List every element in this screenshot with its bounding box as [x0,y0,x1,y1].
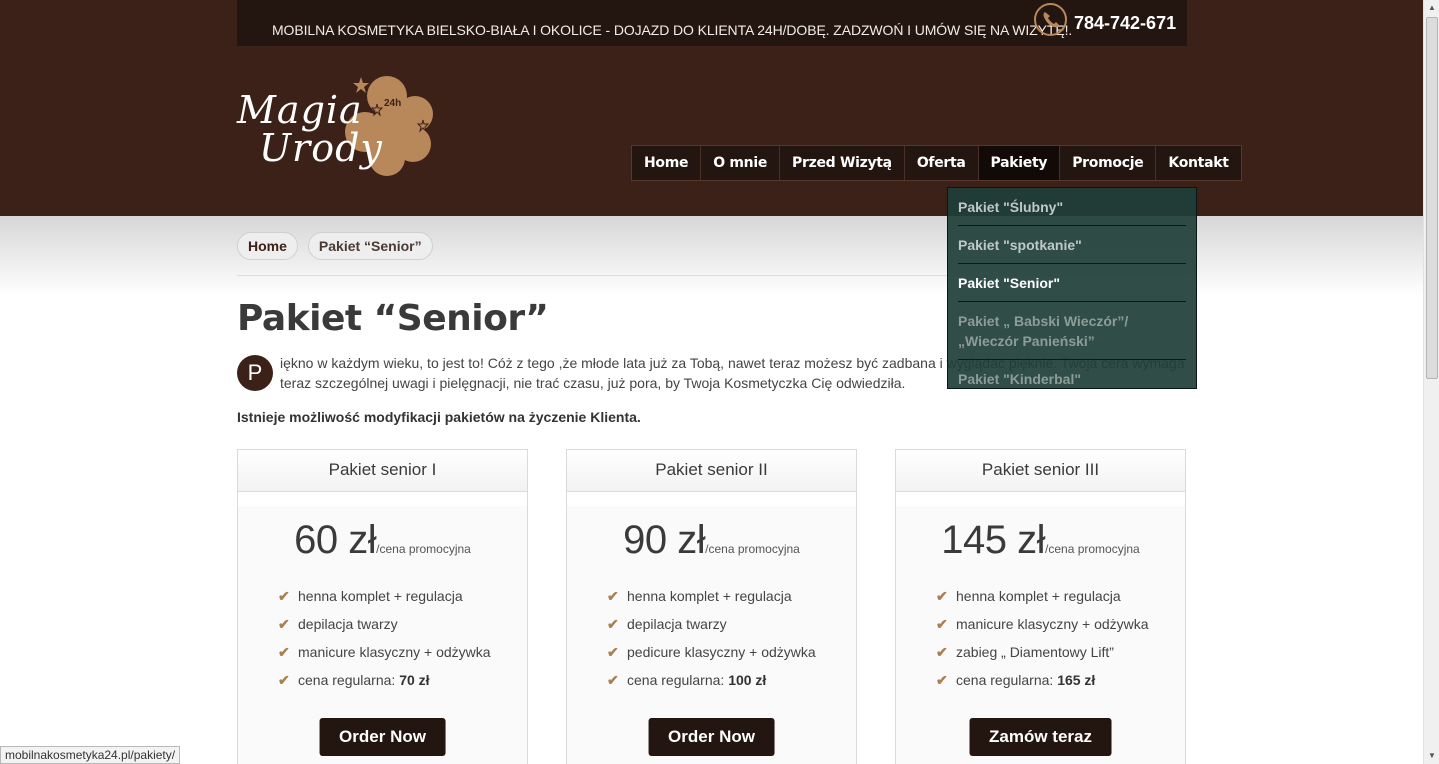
package-body: 90 zł/cena promocyjna ✔ henna komplet + r… [567,506,856,764]
list-item: ✔ zabieg „ Diamentowy Lift” [936,638,1149,666]
check-icon: ✔ [278,644,290,660]
regular-price-label: cena regularna: [627,672,729,688]
order-button[interactable]: Order Now [648,718,775,756]
list-item: ✔ manicure klasyczny + odżywka [936,610,1149,638]
dropdown-item-slubny[interactable]: Pakiet "Ślubny" [958,188,1186,226]
feature-label: depilacja twarzy [627,616,727,632]
browser-status-bar: mobilnakosmetyka24.pl/pakiety/ [0,746,181,764]
feature-label: henna komplet + regulacja [298,588,463,604]
price-note: /cena promocyjna [1045,542,1140,556]
price-value: 60 zł [294,518,377,562]
site-logo[interactable]: Magia Urody 24h [237,74,433,190]
breadcrumb-home[interactable]: Home [237,232,298,260]
price-value: 145 zł [941,518,1046,562]
order-button[interactable]: Order Now [319,718,446,756]
nav-item-promocje[interactable]: Promocje [1060,146,1157,180]
feature-label: depilacja twarzy [298,616,398,632]
nav-item-pakiety[interactable]: Pakiety [978,146,1061,180]
nav-item-kontakt[interactable]: Kontakt [1156,146,1240,180]
feature-label: manicure klasyczny + odżywka [956,616,1149,632]
feature-label: henna komplet + regulacja [627,588,792,604]
dropdown-item-babski-wieczor[interactable]: Pakiet „ Babski Wieczór”/ „Wieczór Panie… [958,302,1186,360]
breadcrumb: Home Pakiet “Senior” [237,232,433,260]
nav-item-o-mnie[interactable]: O mnie [701,146,781,180]
check-icon: ✔ [278,672,290,688]
package-title: Pakiet senior I [238,450,527,492]
package-title: Pakiet senior III [896,450,1185,492]
package-price: 90 zł/cena promocyjna [567,518,856,563]
check-icon: ✔ [936,616,948,632]
package-body: 145 zł/cena promocyjna ✔ henna komplet + … [896,506,1185,764]
scroll-down-arrow-icon[interactable]: ▼ [1424,748,1439,764]
dropdown-item-senior[interactable]: Pakiet "Senior" [958,264,1186,302]
regular-price: 70 zł [399,672,430,688]
check-icon: ✔ [936,588,948,604]
nav-item-home[interactable]: Home [632,146,702,180]
regular-price: 165 zł [1057,672,1096,688]
package-card: Pakiet senior I 60 zł/cena promocyjna ✔ h… [237,449,528,764]
scroll-thumb[interactable] [1426,17,1438,379]
list-item: ✔ manicure klasyczny + odżywka [278,638,491,666]
modification-note: Istnieje możliwość modyfikacji pakietów … [237,409,641,425]
list-item: ✔ depilacja twarzy [607,610,816,638]
regular-price: 100 zł [728,672,767,688]
regular-price-label: cena regularna: [298,672,400,688]
logo-text-urody: Urody [259,126,383,170]
package-price: 145 zł/cena promocyjna [896,518,1185,563]
phone-number[interactable]: 784-742-671 [1074,13,1176,34]
list-item: ✔ depilacja twarzy [278,610,491,638]
package-body: 60 zł/cena promocyjna ✔ henna komplet + r… [238,506,527,764]
list-item: ✔ henna komplet + regulacja [607,582,816,610]
regular-price-label: cena regularna: [956,672,1058,688]
list-item: ✔ pedicure klasyczny + odżywka [607,638,816,666]
vertical-scrollbar[interactable]: ▲ ▼ [1423,0,1439,764]
scroll-up-arrow-icon[interactable]: ▲ [1424,0,1439,16]
package-title: Pakiet senior II [567,450,856,492]
feature-label: manicure klasyczny + odżywka [298,644,491,660]
dropdown-item-kinderbal[interactable]: Pakiet "Kinderbal" [958,360,1186,397]
price-note: /cena promocyjna [705,542,800,556]
feature-list: ✔ henna komplet + regulacja ✔ depilacja tw… [278,582,491,694]
main-nav: Home O mnie Przed Wizytą Oferta Pakiety … [631,145,1242,181]
feature-label: zabieg „ Diamentowy Lift” [956,644,1114,660]
package-card: Pakiet senior III 145 zł/cena promocyjna… [895,449,1186,764]
content-header-gradient [0,216,1423,296]
check-icon: ✔ [607,644,619,660]
dropdown-item-spotkanie[interactable]: Pakiet "spotkanie" [958,226,1186,264]
list-item: ✔ cena regularna: 165 zł [936,666,1149,694]
check-icon: ✔ [607,672,619,688]
order-button[interactable]: Zamów teraz [969,718,1112,756]
top-bar-text: MOBILNA KOSMETYKA BIELSKO-BIAŁA I OKOLIC… [272,22,1073,38]
breadcrumb-current: Pakiet “Senior” [307,232,433,260]
top-bar: MOBILNA KOSMETYKA BIELSKO-BIAŁA I OKOLIC… [237,0,1187,46]
phone-icon [1034,3,1067,36]
package-price: 60 zł/cena promocyjna [238,518,527,563]
list-item: ✔ cena regularna: 100 zł [607,666,816,694]
price-value: 90 zł [623,518,706,562]
price-note: /cena promocyjna [376,542,471,556]
check-icon: ✔ [607,616,619,632]
logo-badge: 24h [384,98,402,109]
page-title: Pakiet “Senior” [237,298,549,339]
pakiety-dropdown-menu: Pakiet "Ślubny" Pakiet "spotkanie" Pakie… [947,187,1197,389]
nav-item-przed-wizyta[interactable]: Przed Wizytą [780,146,905,180]
feature-list: ✔ henna komplet + regulacja ✔ manicure kla… [936,582,1149,694]
package-card: Pakiet senior II 90 zł/cena promocyjna ✔… [566,449,857,764]
list-item: ✔ henna komplet + regulacja [278,582,491,610]
check-icon: ✔ [278,588,290,604]
check-icon: ✔ [936,672,948,688]
check-icon: ✔ [278,616,290,632]
list-item: ✔ henna komplet + regulacja [936,582,1149,610]
nav-item-oferta[interactable]: Oferta [905,146,979,180]
feature-label: henna komplet + regulacja [956,588,1121,604]
list-item: ✔ cena regularna: 70 zł [278,666,491,694]
dropcap: P [237,355,273,391]
feature-list: ✔ henna komplet + regulacja ✔ depilacja tw… [607,582,816,694]
feature-label: pedicure klasyczny + odżywka [627,644,816,660]
check-icon: ✔ [936,644,948,660]
check-icon: ✔ [607,588,619,604]
